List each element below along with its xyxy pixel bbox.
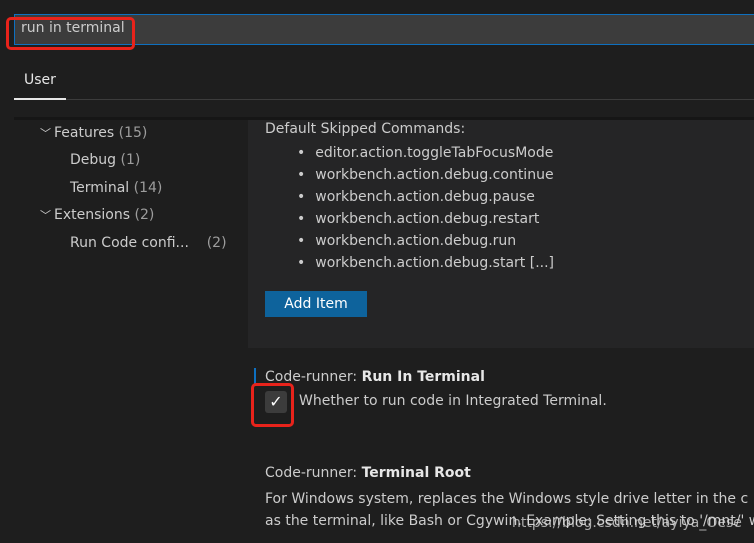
toc-label: Debug [70, 152, 117, 168]
description-line: For Windows system, replaces the Windows… [265, 491, 749, 507]
toc-item-run-code-config[interactable]: Run Code confi... (2) [70, 235, 227, 251]
toc-count: (14) [133, 180, 163, 196]
toc-label: Extensions [54, 207, 131, 223]
chevron-down-icon: ﹀ [40, 127, 51, 140]
toc-item-extensions[interactable]: ﹀ Extensions (2) [40, 207, 154, 223]
toc-count: (1) [120, 152, 141, 168]
list-item: editor.action.toggleTabFocusMode [297, 142, 554, 164]
highlight-search [6, 17, 135, 50]
toc-count: (2) [134, 207, 155, 223]
setting-title: Code-runner: Run In Terminal [265, 369, 485, 385]
setting-name: Terminal Root [361, 465, 471, 481]
toc-label: Run Code confi... [70, 235, 189, 251]
skipped-commands-label: Default Skipped Commands: [265, 121, 466, 137]
watermark: https://blog.csdn.net/ayiya_Oese [512, 515, 742, 531]
tab-active-indicator [14, 98, 66, 100]
toc-item-features[interactable]: ﹀ Features (15) [40, 125, 147, 141]
skipped-commands-list: editor.action.toggleTabFocusMode workben… [297, 142, 554, 274]
setting-description: Whether to run code in Integrated Termin… [299, 393, 607, 409]
toc-item-debug[interactable]: Debug (1) [70, 152, 140, 168]
toc-label: Features [54, 125, 115, 141]
tab-user[interactable]: User [24, 72, 56, 88]
list-item: workbench.action.debug.restart [297, 208, 554, 230]
chevron-down-icon: ﹀ [40, 209, 51, 222]
setting-name: Run In Terminal [361, 369, 485, 385]
toc-label: Terminal [70, 180, 130, 196]
list-item: workbench.action.debug.continue [297, 164, 554, 186]
highlight-checkbox [251, 383, 294, 427]
setting-title: Code-runner: Terminal Root [265, 465, 471, 481]
list-item: workbench.action.debug.run [297, 230, 554, 252]
toc-count: (2) [206, 235, 227, 251]
setting-category: Code-runner: [265, 465, 362, 481]
list-item: workbench.action.debug.pause [297, 186, 554, 208]
add-item-button[interactable]: Add Item [265, 291, 367, 317]
list-item[interactable]: workbench.action.debug.start [...] [297, 252, 554, 274]
toc-count: (15) [118, 125, 148, 141]
toc-item-terminal[interactable]: Terminal (14) [70, 180, 162, 196]
tab-divider [14, 99, 754, 100]
